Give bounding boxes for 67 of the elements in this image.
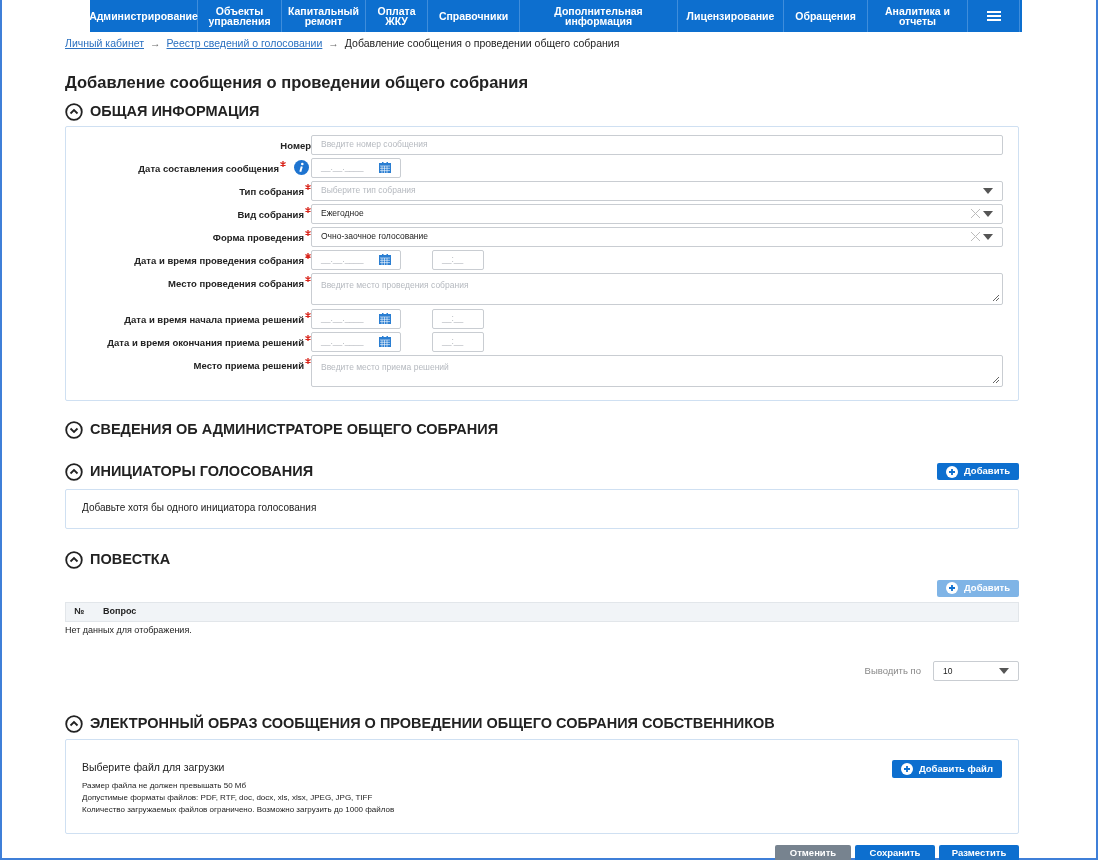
field-label: Форма проведения	[212, 230, 304, 245]
section-title: ИНИЦИАТОРЫ ГОЛОСОВАНИЯ	[90, 461, 314, 481]
plus-icon	[946, 582, 958, 594]
expand-icon[interactable]	[65, 420, 83, 439]
collapse-icon[interactable]	[65, 715, 83, 733]
action-button[interactable]: Разместить	[939, 845, 1019, 860]
page-title: Добавление сообщения о проведении общего собрания	[65, 71, 530, 93]
plus-icon	[946, 465, 958, 478]
breadcrumb-link[interactable]: Личный кабинет	[65, 36, 144, 52]
select-field[interactable]: Очно-заочное голосование	[311, 226, 1003, 247]
calendar-icon	[379, 313, 391, 324]
add-button[interactable]: Добавить	[937, 463, 1019, 480]
upload-heading: Выберите файл для загрузки	[82, 760, 226, 775]
breadcrumb-separator: →	[328, 36, 339, 51]
empty-message: Нет данных для отображения.	[65, 623, 193, 637]
field-label: Место приема решений	[193, 358, 304, 373]
section-title: СВЕДЕНИЯ ОБ АДМИНИСТРАТОРЕ ОБЩЕГО СОБРАНИЯ	[90, 419, 499, 439]
nav-item[interactable]: Обращения	[784, 0, 868, 32]
field-label: Дата и время проведения собрания	[134, 253, 304, 268]
field-label: Дата составления сообщения	[138, 161, 279, 176]
nav-item[interactable]: Объекты управления	[198, 0, 282, 32]
field-label: Вид собрания	[237, 207, 304, 222]
page-size-select[interactable]: 10	[933, 661, 1019, 681]
plus-icon	[900, 763, 913, 775]
collapse-icon[interactable]	[65, 550, 83, 569]
section-title: ОБЩАЯ ИНФОРМАЦИЯ	[90, 101, 260, 121]
breadcrumb-current: Добавление сообщения о проведении общего собрания	[344, 36, 620, 51]
resize-handle-icon[interactable]	[992, 375, 1000, 384]
field-label: Место проведения собрания	[168, 276, 304, 291]
info-icon[interactable]	[294, 159, 309, 175]
field-label: Номер	[280, 138, 311, 153]
nav-item[interactable]: Аналитика и отчеты	[868, 0, 968, 32]
section-title: ПОВЕСТКА	[90, 549, 171, 569]
nav-item[interactable]: Лицензирование	[678, 0, 784, 32]
column-header: №	[73, 604, 86, 618]
calendar-icon	[379, 254, 391, 265]
dropdown-arrow-icon	[983, 233, 993, 240]
menu-icon[interactable]	[986, 11, 1001, 21]
resize-handle-icon[interactable]	[992, 293, 1000, 302]
breadcrumb-separator: →	[150, 36, 161, 51]
collapse-icon[interactable]	[65, 102, 83, 121]
nav-item[interactable]: Администрирование	[90, 0, 198, 32]
nav-item[interactable]: Оплата ЖКУ	[366, 0, 428, 32]
nav-item[interactable]: Дополнительная информация	[520, 0, 678, 32]
field-label: Дата и время начала приема решений	[124, 312, 304, 327]
upload-note: Допустимые форматы файлов: PDF, RTF, doc, docx, xls, xlsx, JPEG, JPG, TIFF	[82, 791, 374, 804]
add-file-button[interactable]: Добавить файл	[891, 760, 1002, 778]
field-label: Дата и время окончания приема решений	[107, 335, 304, 350]
field-label: Тип собрания	[239, 184, 304, 199]
breadcrumb-link[interactable]: Реестр сведений о голосовании	[166, 36, 323, 52]
collapse-icon[interactable]	[65, 462, 83, 481]
dropdown-arrow-icon	[983, 187, 993, 194]
calendar-icon	[379, 336, 391, 347]
upload-note: Размер файла не должен превышать 50 Мб	[82, 779, 248, 792]
dropdown-arrow-icon	[999, 668, 1009, 674]
action-button[interactable]: Отменить	[775, 845, 851, 860]
page-size-label: Выводить по	[864, 663, 921, 678]
dropdown-arrow-icon	[983, 210, 993, 217]
section-title: ЭЛЕКТРОННЫЙ ОБРАЗ СООБЩЕНИЯ О ПРОВЕДЕНИИ ОБЩЕГО СОБРАНИЯ СОБСТВЕННИКОВ	[90, 713, 775, 734]
select-field[interactable]: Ежегодное	[311, 203, 1003, 224]
nav-item[interactable]: Справочники	[428, 0, 520, 32]
calendar-icon	[379, 162, 391, 173]
nav-item[interactable]: Капитальный ремонт	[282, 0, 366, 32]
empty-message: Добавьте хотя бы одного инициатора голосования	[82, 500, 318, 515]
upload-note: Количество загружаемых файлов ограничено. Возможно загрузить до 1000 файлов	[82, 803, 396, 816]
column-header: Вопрос	[102, 604, 137, 618]
action-button[interactable]: Сохранить	[855, 845, 935, 860]
